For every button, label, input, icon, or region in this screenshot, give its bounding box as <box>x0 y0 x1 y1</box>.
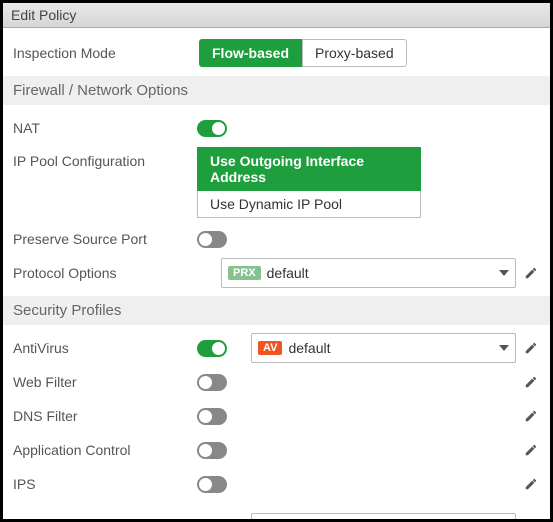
protocol-options-label: Protocol Options <box>13 261 197 285</box>
security-section-header: Security Profiles <box>3 296 550 325</box>
preserve-src-toggle[interactable] <box>197 231 227 248</box>
antivirus-label: AntiVirus <box>13 336 197 360</box>
protocol-options-edit-icon[interactable] <box>524 266 538 280</box>
ssl-inspection-dropdown[interactable]: SSL deep-inspection <box>251 513 516 522</box>
protocol-options-value: default <box>267 265 499 281</box>
preserve-src-label: Preserve Source Port <box>13 227 197 251</box>
chevron-down-icon <box>499 345 509 351</box>
ip-pool-label: IP Pool Configuration <box>13 147 197 173</box>
ips-toggle[interactable] <box>197 476 227 493</box>
dns-filter-edit-icon[interactable] <box>524 409 538 423</box>
web-filter-edit-icon[interactable] <box>524 375 538 389</box>
inspection-proxy-button[interactable]: Proxy-based <box>302 39 407 67</box>
web-filter-toggle[interactable] <box>197 374 227 391</box>
inspection-flow-button[interactable]: Flow-based <box>199 39 302 67</box>
ips-label: IPS <box>13 472 197 496</box>
web-filter-label: Web Filter <box>13 370 197 394</box>
antivirus-edit-icon[interactable] <box>524 341 538 355</box>
antivirus-toggle[interactable] <box>197 340 227 357</box>
protocol-options-dropdown[interactable]: PRX default <box>221 258 516 288</box>
ip-pool-dynamic-button[interactable]: Use Dynamic IP Pool <box>197 191 421 218</box>
ip-pool-outgoing-button[interactable]: Use Outgoing Interface Address <box>197 147 421 191</box>
dns-filter-label: DNS Filter <box>13 404 197 428</box>
ssl-inspection-label: SSL Inspection <box>13 516 197 522</box>
app-control-label: Application Control <box>13 438 197 462</box>
inspection-mode-segment: Flow-based Proxy-based <box>199 39 407 67</box>
nat-label: NAT <box>13 116 197 140</box>
av-badge: AV <box>258 341 282 355</box>
antivirus-value: default <box>288 340 499 356</box>
panel-title: Edit Policy <box>3 3 550 28</box>
chevron-down-icon <box>499 270 509 276</box>
inspection-mode-label: Inspection Mode <box>13 41 197 65</box>
firewall-section-header: Firewall / Network Options <box>3 76 550 105</box>
app-control-edit-icon[interactable] <box>524 443 538 457</box>
antivirus-dropdown[interactable]: AV default <box>251 333 516 363</box>
prx-badge: PRX <box>228 266 261 280</box>
edit-policy-panel: Edit Policy Inspection Mode Flow-based P… <box>0 0 553 522</box>
dns-filter-toggle[interactable] <box>197 408 227 425</box>
app-control-toggle[interactable] <box>197 442 227 459</box>
nat-toggle[interactable] <box>197 120 227 137</box>
ip-pool-segment: Use Outgoing Interface Address Use Dynam… <box>197 147 421 218</box>
ips-edit-icon[interactable] <box>524 477 538 491</box>
